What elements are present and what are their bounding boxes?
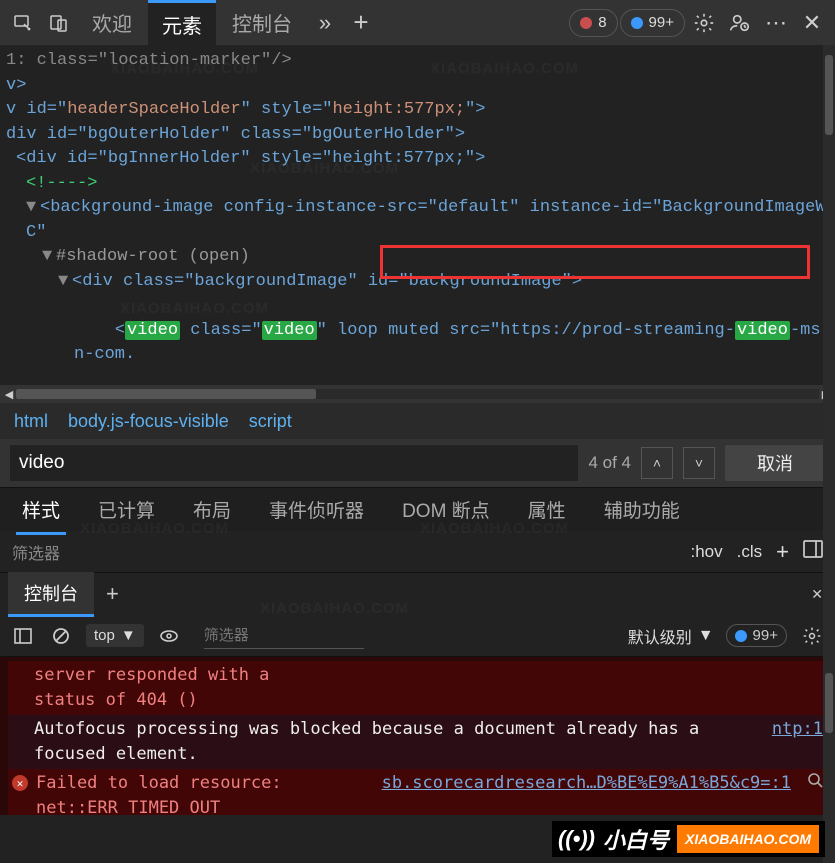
crumb-html[interactable]: html [14,411,48,432]
toggle-sidebar-icon[interactable] [803,540,823,563]
horizontal-scrollbar[interactable]: ◀ ▶ [0,385,835,403]
feedback-icon[interactable] [723,6,757,40]
scroll-left-arrow-icon[interactable]: ◀ [2,388,16,401]
plus-icon[interactable]: + [344,6,378,40]
dom-node-video[interactable]: <video class="video" loop muted src="htt… [6,294,829,385]
info-dot-icon [735,630,747,642]
subtab-event-listeners[interactable]: 事件侦听器 [263,488,370,531]
console-toolbar: top▼ 默认级别▼ 99+ [0,615,835,657]
styles-filter-row: 筛选器 :hov .cls + [0,531,835,573]
tab-welcome[interactable]: 欢迎 [78,0,146,45]
tab-console[interactable]: 控制台 [218,0,306,45]
console-messages: server responded with a status of 404 ()… [0,657,835,815]
hov-toggle[interactable]: :hov [691,542,723,562]
console-info-row[interactable]: Autofocus processing was blocked because… [8,715,827,769]
vertical-scrollbar[interactable] [823,45,835,863]
kebab-menu-icon[interactable]: ⋯ [759,6,793,40]
device-toolbar-icon[interactable] [42,6,76,40]
subtab-properties[interactable]: 属性 [522,488,572,531]
search-bar: 4 of 4 ˄ ˅ 取消 [0,439,835,487]
clear-console-icon[interactable] [48,627,74,645]
messages-pill[interactable]: 99+ [620,9,685,37]
dom-node[interactable]: <!----> [6,172,829,197]
dom-node[interactable]: <div id="bgInnerHolder" style="height:57… [6,147,829,172]
console-error-row[interactable]: ✕ Failed to load resource: net::ERR_TIME… [8,769,827,815]
console-error-row[interactable]: server responded with a status of 404 () [8,661,827,715]
console-drawer-tabs: 控制台 + ✕ [0,573,835,615]
console-filter-input[interactable] [204,623,364,649]
search-cancel-button[interactable]: 取消 [725,445,825,481]
console-settings-gear-icon[interactable] [799,626,825,646]
search-highlight: video [735,321,790,340]
settings-gear-icon[interactable] [687,6,721,40]
search-highlight: video [125,321,180,340]
messages-count-pill[interactable]: 99+ [726,624,787,647]
live-expression-icon[interactable] [156,628,182,644]
elements-subpanel-tabs: 样式 已计算 布局 事件侦听器 DOM 断点 属性 辅助功能 [0,487,835,531]
error-icon: ✕ [12,775,28,791]
console-sidebar-toggle-icon[interactable] [10,628,36,644]
info-dot-icon [631,17,643,29]
search-highlight: video [262,321,317,340]
cls-toggle[interactable]: .cls [737,542,763,562]
error-dot-icon [580,17,592,29]
subtab-accessibility[interactable]: 辅助功能 [598,488,686,531]
subtab-styles[interactable]: 样式 [16,488,66,531]
crumb-script[interactable]: script [249,411,292,432]
search-next-icon[interactable]: ˅ [683,447,715,479]
elements-dom-tree[interactable]: 1: class="location-marker"/> v> v id="he… [0,45,835,385]
crumb-body[interactable]: body.js-focus-visible [68,411,229,432]
styles-filter-input[interactable]: 筛选器 [12,540,60,564]
subtab-layout[interactable]: 布局 [187,488,237,531]
log-levels-selector[interactable]: 默认级别▼ [628,624,714,648]
new-style-rule-icon[interactable]: + [776,539,789,565]
dom-node[interactable]: ▼<background-image config-instance-src="… [6,196,829,245]
close-drawer-icon[interactable]: ✕ [811,586,823,603]
tab-elements[interactable]: 元素 [148,0,216,45]
add-drawer-tab-icon[interactable]: + [106,581,119,607]
errors-pill[interactable]: 8 [569,9,617,37]
execution-context-selector[interactable]: top▼ [86,624,144,647]
search-prev-icon[interactable]: ˄ [641,447,673,479]
magnifier-icon[interactable] [807,771,823,815]
subtab-dom-breakpoints[interactable]: DOM 断点 [396,488,496,531]
chevron-down-icon: ▼ [698,627,714,645]
inspect-element-icon[interactable] [6,6,40,40]
subtab-computed[interactable]: 已计算 [92,488,161,531]
more-tabs-chevron-icon[interactable]: » [308,6,342,40]
element-breadcrumbs: html body.js-focus-visible script [0,403,835,439]
source-link[interactable]: ntp:1 [772,717,823,767]
annotation-highlight-box [380,245,810,279]
source-link[interactable]: sb.scorecardresearch…D%BE%E9%A1%B5&c9=:1 [382,771,791,815]
chevron-down-icon: ▼ [121,627,136,644]
search-input[interactable] [10,445,578,481]
devtools-top-toolbar: 欢迎 元素 控制台 » + 8 99+ ⋯ ✕ [0,0,835,45]
dom-node[interactable]: div id="bgOuterHolder" class="bgOuterHol… [6,123,829,148]
console-tab[interactable]: 控制台 [8,572,94,617]
search-result-count: 4 of 4 [588,453,631,473]
watermark-brand-logo: ((•)) 小白号 XIAOBAIHAO.COM [552,821,825,857]
close-devtools-icon[interactable]: ✕ [795,6,829,40]
